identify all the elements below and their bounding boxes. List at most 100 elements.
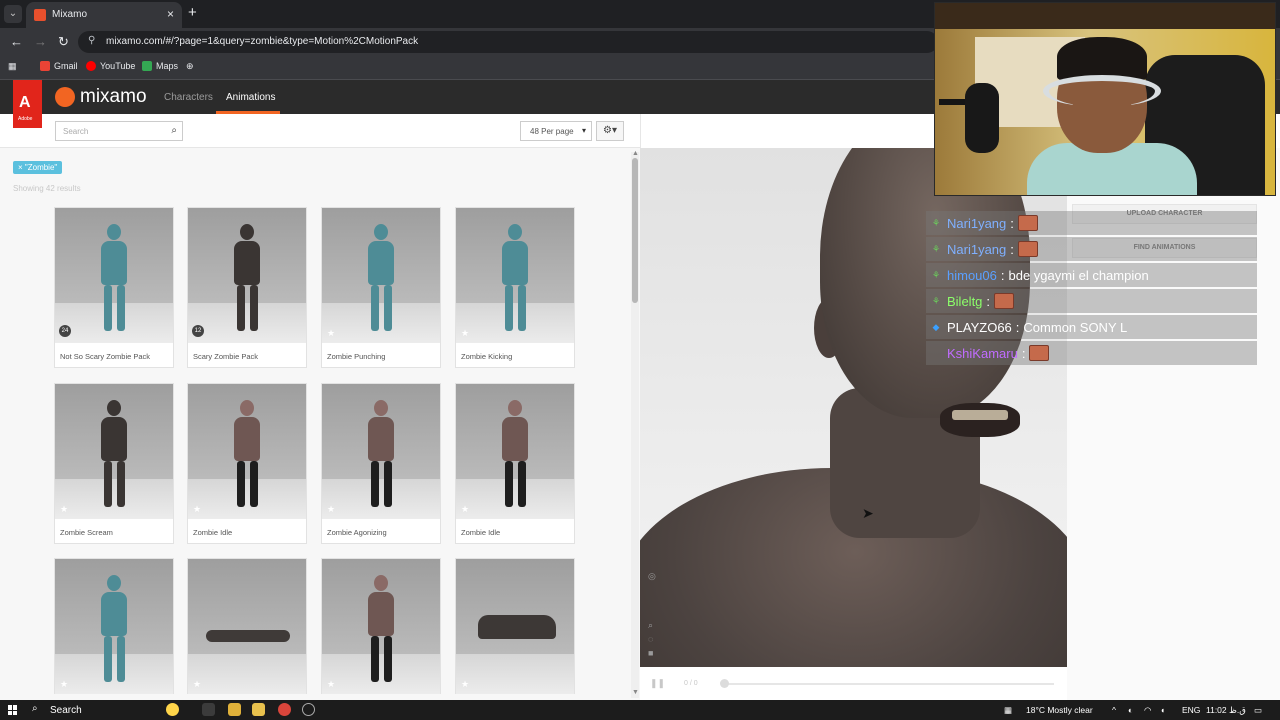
zoom-icon[interactable]: ⌕ [648, 620, 653, 631]
filter-chip-zombie[interactable]: × "Zombie" [13, 161, 63, 174]
animation-card[interactable]: ★ Zombie Agonizing [321, 383, 441, 544]
animation-thumbnail[interactable]: ★ [456, 559, 574, 694]
animation-card[interactable]: ★ Zombie Kicking [455, 207, 575, 368]
animation-thumbnail[interactable]: ★ [456, 208, 574, 343]
close-tab-icon[interactable]: × [167, 7, 174, 21]
taskbar-search-icon[interactable]: ⌕ [32, 703, 38, 714]
mixamo-logo-icon[interactable] [55, 87, 75, 107]
chat-username: KshiKamaru [947, 345, 1018, 361]
scroll-down-arrow-icon[interactable]: ▼ [632, 689, 639, 696]
mixamo-favicon-icon [34, 9, 46, 21]
animation-card[interactable]: ★ Zombie Scream [54, 383, 174, 544]
nav-animations[interactable]: Animations [226, 92, 275, 103]
forward-arrow-icon[interactable]: → [34, 34, 47, 49]
per-page-select[interactable]: 48 Per page ▾ [520, 121, 592, 141]
mixamo-logo-text[interactable]: mixamo [80, 86, 147, 108]
settings-gear-button[interactable]: ⚙▾ [596, 121, 624, 141]
animation-thumbnail[interactable]: ★ [322, 559, 440, 694]
animation-card[interactable]: ★ [54, 558, 174, 694]
thumbnail-floor [188, 654, 306, 694]
animation-thumbnail[interactable]: ★ [188, 559, 306, 694]
character-figure [101, 224, 127, 331]
globe-icon[interactable]: ⊕ [186, 61, 194, 72]
animation-thumbnail[interactable]: ★ [188, 384, 306, 519]
zombie-mouth [940, 403, 1020, 437]
chat-message: ⚘ Bileltg: [926, 289, 1257, 313]
animation-card[interactable]: ★ [321, 558, 441, 694]
tab-search-icon[interactable]: ⌄ [4, 5, 22, 23]
reload-icon[interactable]: ↻ [58, 34, 69, 50]
bookmark-label: Maps [156, 61, 179, 71]
animation-thumbnail[interactable]: ★ [55, 559, 173, 694]
animation-thumbnail[interactable]: ★ [322, 384, 440, 519]
microphone [965, 83, 999, 153]
apps-grid-icon[interactable]: ▦ [8, 61, 17, 72]
animation-card[interactable]: ★ Zombie Punching [321, 207, 441, 368]
animation-card[interactable]: 24 Not So Scary Zombie Pack [54, 207, 174, 368]
character-figure [101, 400, 127, 507]
task-view-icon[interactable] [202, 703, 215, 716]
windows-start-icon[interactable] [8, 705, 18, 715]
orbit-icon[interactable]: ◌ [648, 634, 653, 644]
network-icon[interactable]: ◐ [1128, 705, 1133, 715]
animation-card[interactable]: ★ [455, 558, 575, 694]
search-input[interactable]: Search ⌕ [55, 121, 183, 141]
bookmark-maps[interactable]: Maps [142, 61, 178, 71]
volume-icon[interactable]: ◖ [1160, 705, 1165, 715]
camera-reset-icon[interactable]: ◎ [648, 571, 656, 582]
tab-title: Mixamo [52, 9, 88, 20]
browser-tab[interactable]: Mixamo × [26, 2, 182, 28]
animation-thumbnail[interactable]: ★ [456, 384, 574, 519]
chat-username: Bileltg [947, 293, 983, 309]
animation-thumbnail[interactable]: ★ [55, 384, 173, 519]
notifications-icon[interactable]: ▭ [1254, 705, 1262, 716]
chevron-down-icon: ▾ [581, 126, 586, 135]
animation-thumbnail[interactable]: 12 [188, 208, 306, 343]
animation-card[interactable]: ★ [187, 558, 307, 694]
site-info-icon[interactable]: ⚲ [88, 35, 95, 46]
pause-icon[interactable]: ❚❚ [650, 678, 665, 689]
search-icon[interactable]: ⌕ [171, 125, 177, 136]
taskbar-search-label[interactable]: Search [50, 705, 82, 716]
adobe-logo[interactable]: A Adobe [13, 80, 42, 128]
animation-card[interactable]: 12 Scary Zombie Pack [187, 207, 307, 368]
animation-card[interactable]: ★ Zombie Idle [187, 383, 307, 544]
headset [1043, 75, 1161, 107]
chrome-profile-icon[interactable] [278, 703, 291, 716]
weather-icon[interactable]: ▦ [1004, 705, 1012, 716]
bookmark-youtube[interactable]: YouTube [86, 61, 135, 71]
character-figure [502, 224, 528, 331]
chat-text: bde ygaymi el champion [1008, 267, 1149, 283]
animation-card[interactable]: ★ Zombie Idle [455, 383, 575, 544]
copilot-icon[interactable] [166, 703, 179, 716]
chat-separator: : [986, 293, 991, 309]
record-icon[interactable]: ■ [648, 648, 653, 658]
character-figure [368, 224, 394, 331]
bookmark-label: Gmail [54, 61, 78, 71]
tray-chevron-up-icon[interactable]: ^ [1112, 705, 1116, 715]
scroll-up-arrow-icon[interactable]: ▲ [632, 150, 639, 157]
animation-thumbnail[interactable]: 24 [55, 208, 173, 343]
new-tab-button[interactable]: + [188, 4, 197, 21]
chat-username: himou06 [947, 267, 997, 283]
clock-app-icon[interactable] [302, 703, 315, 716]
timeline-scrubber[interactable] [720, 679, 729, 688]
wifi-icon[interactable]: ◠ [1144, 705, 1151, 716]
bookmark-gmail[interactable]: Gmail [40, 61, 78, 71]
crawling-zombie-figure [478, 615, 556, 639]
language-indicator[interactable]: ENG [1182, 705, 1200, 715]
motion-type-icon: ★ [461, 504, 470, 514]
animation-thumbnail[interactable]: ★ [322, 208, 440, 343]
url-field[interactable]: ⚲ mixamo.com/#/?page=1&query=zombie&type… [78, 31, 938, 53]
zombie-teeth [952, 410, 1008, 420]
nav-characters[interactable]: Characters [164, 92, 213, 103]
file-explorer-icon[interactable] [252, 703, 265, 716]
chrome-icon[interactable] [228, 703, 241, 716]
chat-badge-icon: ◆ [932, 321, 940, 332]
timeline-track[interactable] [724, 683, 1054, 685]
back-arrow-icon[interactable]: ← [10, 34, 23, 49]
scrollbar-thumb[interactable] [632, 158, 638, 303]
chat-separator: : [1010, 215, 1014, 231]
clock-time[interactable]: 11:02 ق.ظ [1206, 705, 1246, 716]
weather-text[interactable]: 18°C Mostly clear [1026, 705, 1093, 715]
